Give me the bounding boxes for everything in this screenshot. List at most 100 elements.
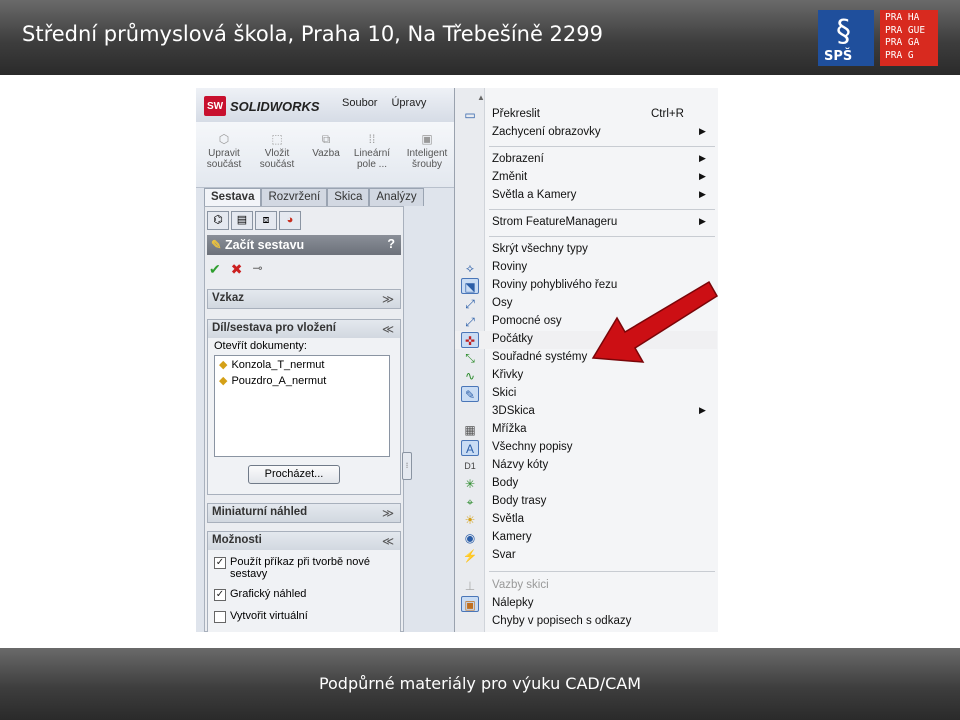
- browse-button[interactable]: Procházet...: [248, 465, 340, 484]
- panel-collapse-handle[interactable]: ⁝: [402, 452, 412, 480]
- menu-item-curves[interactable]: ∿ Křivky: [455, 367, 717, 385]
- cameras-icon: ◉: [464, 531, 476, 545]
- group-insert-part-header[interactable]: Díl/sestava pro vložení ≪: [208, 320, 400, 338]
- menu-item-shortcut: Ctrl+R: [651, 108, 684, 120]
- temporary-axes-icon: ⤢: [465, 315, 475, 329]
- footer-caption: Podpůrné materiály pro výuku CAD/CAM: [318, 674, 642, 693]
- points-icon: ✳: [464, 477, 476, 491]
- list-item[interactable]: ◆ Konzola_T_nermut: [215, 356, 389, 372]
- menu-item-display[interactable]: Zobrazení ▶: [455, 151, 717, 169]
- group-thumbnail-header[interactable]: Miniaturní náhled ≫: [208, 504, 400, 522]
- prague-logo-line: PRA GA: [885, 37, 920, 48]
- group-thumbnail: Miniaturní náhled ≫: [207, 503, 401, 523]
- smart-fasteners-label: Inteligent šrouby: [406, 148, 448, 170]
- property-manager-title-text: Začít sestavu: [224, 238, 305, 252]
- menu-item-label: Světla a Kamery: [492, 189, 577, 201]
- axes-icon: ⤢: [465, 297, 475, 311]
- slide-title: Střední průmyslová škola, Praha 10, Na T…: [22, 22, 603, 46]
- slide-footer: Podpůrné materiály pro výuku CAD/CAM: [0, 648, 960, 720]
- menu-item-annotation-link-errors[interactable]: Chyby v popisech s odkazy: [455, 613, 717, 631]
- checkbox-checked[interactable]: ✓: [214, 557, 226, 569]
- tab-analyzy[interactable]: Analýzy: [369, 188, 424, 206]
- feature-manager-tab-icon[interactable]: ⌬: [207, 211, 229, 230]
- group-message-header[interactable]: Vzkaz ≫: [208, 290, 400, 308]
- open-docs-label: Otevřít dokumenty:: [214, 340, 307, 352]
- menu-item-label: Všechny popisy: [492, 441, 573, 453]
- menu-item-redraw[interactable]: ▭ Překreslit Ctrl+R: [455, 106, 717, 124]
- mate-icon: ⧉: [321, 132, 331, 146]
- menu-item-points[interactable]: ✳ Body: [455, 475, 717, 493]
- prague-logo: PRA HA PRA GUE PRA GA PRA G: [880, 10, 938, 66]
- list-item[interactable]: ◆ Pouzdro_A_nermut: [215, 372, 389, 388]
- ok-check-icon[interactable]: ✔: [209, 261, 221, 278]
- start-assembly-icon: ✎: [211, 238, 222, 252]
- menu-item-label: Strom FeatureManageru: [492, 216, 618, 228]
- pushpin-icon[interactable]: ⊸: [252, 261, 262, 278]
- tab-skica[interactable]: Skica: [327, 188, 370, 206]
- menu-separator: [489, 571, 715, 572]
- menu-item-lights[interactable]: ☀ Světla: [455, 511, 717, 529]
- option-virtual[interactable]: Vytvořit virtuální: [214, 610, 308, 623]
- menu-item-screen-capture[interactable]: Zachycení obrazovky ▶: [455, 124, 717, 142]
- group-message: Vzkaz ≫: [207, 289, 401, 309]
- menu-item-grid[interactable]: ▦ Mřížka: [455, 421, 717, 439]
- mate-button[interactable]: ⧉ Vazba: [306, 132, 346, 159]
- submenu-arrow-icon: ▶: [699, 405, 706, 415]
- smart-fasteners-button[interactable]: ▣ Inteligent šrouby: [402, 132, 452, 170]
- configuration-manager-tab-icon[interactable]: ⧈: [255, 211, 277, 230]
- menu-item-label: Vazby skici: [492, 579, 549, 591]
- open-documents-list[interactable]: ◆ Konzola_T_nermut ◆ Pouzdro_A_nermut: [214, 355, 390, 457]
- school-logo-text: SPŠ: [824, 49, 853, 64]
- option-use-command[interactable]: ✓ Použít příkaz při tvorbě nové sestavy: [214, 556, 394, 580]
- menu-item-label: Mřížka: [492, 423, 527, 435]
- submenu-arrow-icon: ▶: [699, 171, 706, 181]
- menu-item-3dsketch[interactable]: 3DSkica ▶: [455, 403, 717, 421]
- group-options: Možnosti ≪ ✓ Použít příkaz při tvorbě no…: [207, 531, 401, 632]
- tab-rozvrzeni[interactable]: Rozvržení: [261, 188, 328, 206]
- scroll-up-icon[interactable]: ▲: [477, 93, 485, 102]
- menu-upravy[interactable]: Úpravy: [391, 97, 426, 109]
- sw-logo-badge: SW: [204, 96, 226, 116]
- option-label: Použít příkaz při tvorbě nové sestavy: [230, 556, 371, 580]
- checkbox-unchecked[interactable]: [214, 611, 226, 623]
- route-points-icon: ⌖: [466, 495, 474, 509]
- menu-separator: [489, 236, 715, 237]
- menu-item-modify[interactable]: Změnit ▶: [455, 169, 717, 187]
- menu-item-weld[interactable]: ⚡ Svar: [455, 547, 717, 565]
- menu-item-lights-cameras[interactable]: Světla a Kamery ▶: [455, 187, 717, 205]
- help-button[interactable]: ?: [387, 237, 395, 251]
- cancel-x-icon[interactable]: ✖: [231, 261, 243, 278]
- property-manager-title: ✎ Začít sestavu ?: [207, 235, 401, 255]
- menu-item-hide-all-types[interactable]: Skrýt všechny typy: [455, 241, 717, 259]
- grid-icon: ▦: [464, 423, 476, 437]
- linear-pattern-button[interactable]: ⁞⁞ Lineární pole ...: [350, 132, 394, 170]
- menu-item-label: Světla: [492, 513, 524, 525]
- menu-item-decals[interactable]: ▣ Nálepky: [455, 595, 717, 613]
- menu-item-cameras[interactable]: ◉ Kamery: [455, 529, 717, 547]
- menu-item-sketches[interactable]: ✎ Skici: [455, 385, 717, 403]
- document-name: Pouzdro_A_nermut: [231, 375, 327, 387]
- menu-item-label: Křivky: [492, 369, 524, 381]
- display-manager-tab-icon[interactable]: ◕: [279, 211, 301, 230]
- property-manager-tab-icon[interactable]: ▤: [231, 211, 253, 230]
- menu-item-planes[interactable]: ⟡ Roviny: [455, 259, 717, 277]
- all-annotations-icon: A: [461, 440, 479, 456]
- checkbox-checked[interactable]: ✓: [214, 589, 226, 601]
- menu-item-dimension-names[interactable]: D1 Názvy kóty: [455, 457, 717, 475]
- insert-component-button[interactable]: ⬚ Vložit součást: [256, 132, 298, 170]
- menu-soubor[interactable]: Soubor: [342, 97, 377, 109]
- group-options-header[interactable]: Možnosti ≪: [208, 532, 400, 550]
- lights-icon: ☀: [464, 513, 476, 527]
- option-graphic-preview[interactable]: ✓ Grafický náhled: [214, 588, 306, 601]
- menu-item-all-annotations[interactable]: A Všechny popisy: [455, 439, 717, 457]
- menu-item-route-points[interactable]: ⌖ Body trasy: [455, 493, 717, 511]
- red-pointer-arrow-icon: [591, 280, 719, 363]
- edit-part-button[interactable]: ⬡ Upravit součást: [202, 132, 246, 170]
- menu-item-sketch-relations[interactable]: ⊥ Vazby skici: [455, 577, 717, 595]
- insert-component-icon: ⬚: [271, 132, 283, 146]
- menu-item-featuremanager-tree[interactable]: Strom FeatureManageru ▶: [455, 214, 717, 232]
- tab-sestava[interactable]: Sestava: [204, 188, 262, 206]
- group-insert-part-title: Díl/sestava pro vložení: [212, 322, 336, 334]
- menu-item-label: 3DSkica: [492, 405, 535, 417]
- title-bar: SW SOLIDWORKS Soubor Úpravy: [196, 88, 454, 122]
